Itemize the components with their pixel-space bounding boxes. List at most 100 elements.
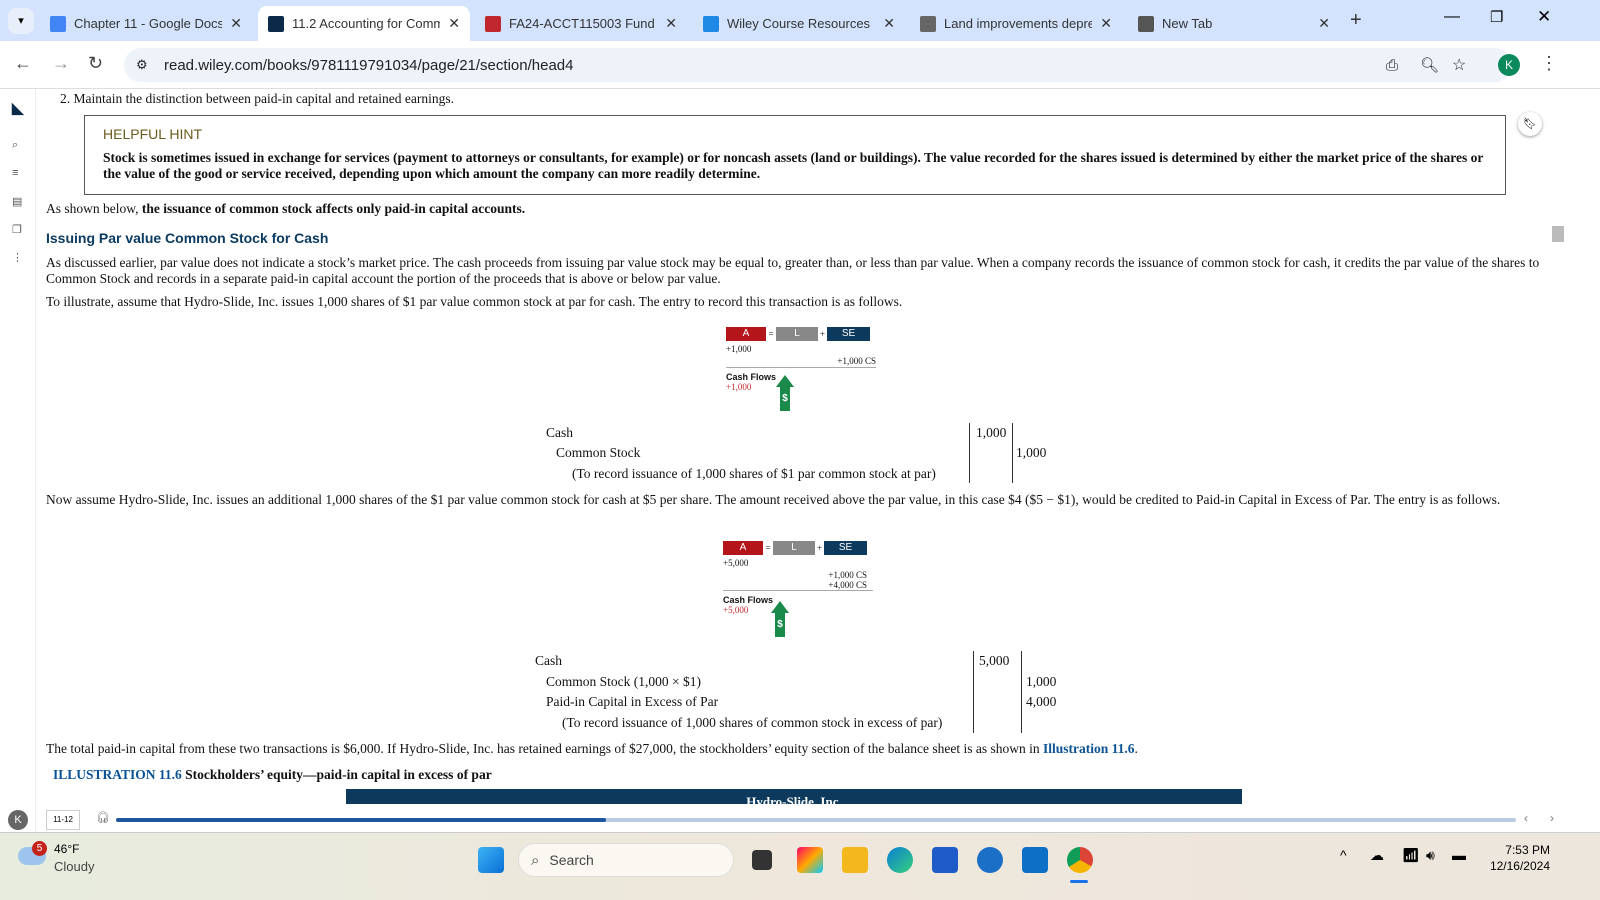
tab[interactable]: 11.2 Accounting for Comm ✕ [258, 6, 470, 41]
site-info-icon[interactable]: ⚙ [136, 57, 148, 73]
install-icon[interactable]: ⎙ [1386, 57, 1398, 74]
next-page-icon[interactable]: › [1550, 811, 1554, 825]
favicon-icon [1138, 15, 1154, 32]
journal-debit-account: Cash [535, 653, 562, 668]
accounting-equation-1: A = L + SE +1,000 +1,000 CS Cash Flows +1,00… [726, 327, 876, 411]
close-tab-icon[interactable]: ✕ [448, 15, 460, 32]
tab-search-button[interactable]: ▾ [8, 8, 34, 34]
equals: = [765, 543, 771, 553]
forward-icon[interactable]: → [52, 53, 70, 74]
assets-box: A [723, 541, 763, 555]
chrome-icon[interactable] [1067, 847, 1093, 873]
scrollbar-thumb[interactable] [1552, 226, 1564, 242]
close-window-button[interactable]: ✕ [1537, 7, 1551, 27]
back-icon[interactable]: ← [14, 53, 32, 74]
list-item: 2. Maintain the distinction between paid… [60, 91, 454, 106]
copilot-icon[interactable] [797, 847, 823, 873]
bold-text: the issuance of common stock affects onl… [141, 201, 526, 216]
new-tab-button[interactable]: + [1350, 9, 1362, 32]
windows-start-icon[interactable] [478, 847, 504, 873]
illustration-label-link[interactable]: ILLUSTRATION 11.6 [53, 767, 182, 782]
assets-change: +5,000 [723, 558, 749, 568]
journal-debit-amount: 5,000 [979, 653, 1010, 668]
zoom-icon[interactable]: 🔍︎ [1420, 56, 1439, 74]
journal-credit-account: Common Stock (1,000 × $1) [546, 674, 701, 689]
url-text: read.wiley.com/books/9781119791034/page/… [164, 56, 574, 74]
prev-page-icon[interactable]: ‹ [1524, 811, 1528, 825]
dell-icon[interactable] [977, 847, 1003, 873]
cash-inflow-arrow-icon [771, 601, 789, 613]
divider [1012, 423, 1013, 483]
user-avatar[interactable]: K [8, 810, 28, 830]
battery-icon[interactable]: ▬ [1452, 847, 1466, 863]
equity-change: +4,000 CS [723, 580, 873, 591]
menu-icon[interactable]: ⋮ [1540, 53, 1558, 74]
profile-avatar[interactable]: K [1498, 54, 1520, 76]
tab[interactable]: Land improvements depre ✕ [910, 6, 1122, 41]
restore-button[interactable]: ❐ [1490, 8, 1503, 26]
journal-memo: (To record issuance of 1,000 shares of c… [562, 715, 943, 730]
journal-credit-amount: 1,000 [1016, 445, 1047, 460]
headphones-icon[interactable]: 🎧︎ [96, 811, 110, 824]
active-app-indicator [1070, 880, 1088, 883]
journal-credit-amount: 4,000 [1026, 694, 1057, 709]
tab-title: Wiley Course Resources [727, 16, 871, 31]
illustration-link[interactable]: Illustration 11.6 [1043, 741, 1135, 756]
close-tab-icon[interactable]: ✕ [1100, 15, 1112, 32]
reader-footer: K 11-12 🎧︎ ‹ › [0, 804, 1600, 832]
tab[interactable]: New Tab ✕ [1128, 6, 1340, 41]
table-header: Hydro-Slide, Inc. [346, 789, 1242, 804]
tab[interactable]: FA24-ACCT115003 Fund of ✕ [475, 6, 687, 41]
outlook-icon[interactable] [1022, 847, 1048, 873]
tab-title: Land improvements depre [944, 16, 1093, 31]
close-tab-icon[interactable]: ✕ [230, 15, 242, 32]
reading-progress-bar[interactable] [116, 818, 1516, 822]
cash-flows-label: Cash Flows [723, 595, 774, 605]
tab-title: FA24-ACCT115003 Fund of [509, 16, 658, 31]
pages-icon[interactable]: ❐ [12, 223, 22, 236]
journal-credit-amount: 1,000 [1026, 674, 1057, 689]
reload-icon[interactable]: ↻ [88, 53, 103, 74]
close-tab-icon[interactable]: ✕ [665, 15, 677, 32]
close-tab-icon[interactable]: ✕ [1318, 15, 1330, 32]
assets-box: A [726, 327, 766, 341]
scrollbar[interactable] [1552, 92, 1564, 804]
wifi-icon[interactable]: 📶︎ [1402, 847, 1420, 864]
liabilities-box: L [776, 327, 818, 341]
search-icon[interactable]: ⌕ [12, 139, 18, 152]
bookmark-star-icon[interactable]: ☆ [1452, 55, 1466, 75]
tab-title: 11.2 Accounting for Comm [292, 16, 441, 31]
tab[interactable]: Wiley Course Resources ✕ [693, 6, 905, 41]
journal-debit-account: Cash [546, 425, 573, 440]
tab[interactable]: Chapter 11 - Google Docs ✕ [40, 6, 252, 41]
equity-change: +1,000 CS [726, 356, 876, 368]
volume-icon[interactable]: 🔊︎ [1426, 847, 1435, 864]
store-icon[interactable] [932, 847, 958, 873]
more-icon[interactable]: ⋮ [12, 251, 23, 264]
file-explorer-icon[interactable] [842, 847, 868, 873]
taskbar-search[interactable]: ⌕ Search [518, 843, 734, 877]
plus: + [816, 543, 823, 553]
plus: + [819, 329, 826, 339]
section-heading: Issuing Par value Common Stock for Cash [46, 230, 329, 246]
page-number-button[interactable]: 11-12 [46, 810, 80, 830]
close-tab-icon[interactable]: ✕ [883, 15, 895, 32]
favicon-icon [50, 15, 66, 32]
text: . [1134, 741, 1138, 756]
tray-overflow-icon[interactable]: ^ [1340, 847, 1347, 863]
url-input[interactable]: ⚙ read.wiley.com/books/9781119791034/pag… [124, 48, 1512, 82]
dollar-icon: $ [775, 613, 785, 637]
task-view-icon[interactable] [752, 850, 772, 870]
dollar-icon: $ [780, 387, 790, 411]
clock-time[interactable]: 7:53 PM [1480, 843, 1550, 857]
notes-icon[interactable]: ▤ [12, 195, 22, 208]
search-label: Search [549, 852, 594, 868]
edge-icon[interactable] [887, 847, 913, 873]
cash-inflow-arrow-icon [776, 375, 794, 387]
clock-date[interactable]: 12/16/2024 [1470, 859, 1550, 873]
toc-icon[interactable]: ≡ [12, 167, 18, 179]
minimize-button[interactable]: — [1444, 8, 1460, 26]
assets-change: +1,000 [726, 344, 752, 354]
onedrive-icon[interactable]: ☁ [1370, 847, 1384, 864]
wiley-logo-icon: ◣ [12, 100, 24, 117]
